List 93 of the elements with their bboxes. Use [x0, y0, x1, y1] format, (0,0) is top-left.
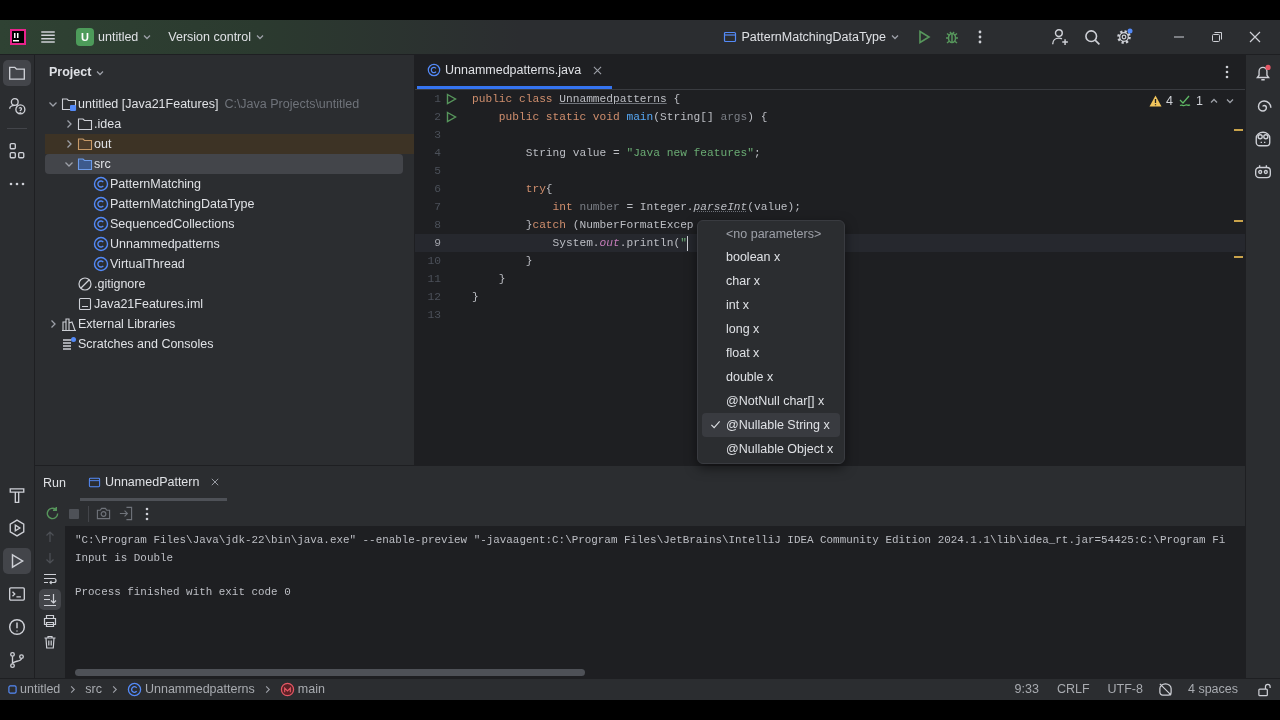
tree-item[interactable]: VirtualThread [45, 254, 403, 274]
class-icon [93, 236, 109, 252]
project-view-selector[interactable]: Project [43, 60, 112, 85]
method-icon [279, 682, 295, 697]
tree-item[interactable]: src [45, 154, 403, 174]
chevron-down-icon [890, 32, 900, 42]
class-icon [93, 196, 109, 212]
ignore-file-icon [77, 276, 93, 292]
folder-icon [77, 136, 93, 152]
check-icon [1179, 95, 1193, 108]
code-line: } [472, 290, 479, 305]
run-icon[interactable] [3, 548, 31, 574]
window-icon [723, 30, 738, 44]
code-line: System.out.println(" [551, 236, 687, 251]
warning-icon [1149, 95, 1163, 108]
signature-item[interactable]: double x [702, 365, 840, 389]
chevron-down-icon [142, 32, 153, 42]
tree-item[interactable]: Java21Features.iml [45, 294, 403, 314]
library-icon [61, 316, 77, 332]
version-control-menu[interactable]: Version control [162, 24, 271, 50]
line-number: 9 [433, 236, 441, 251]
folder-icon [77, 156, 93, 172]
code-line: }catch (NumberFormatExcep [524, 218, 694, 233]
close-icon[interactable] [593, 65, 603, 75]
weak-warning-count[interactable]: 1 [1179, 92, 1203, 111]
class-icon [427, 63, 441, 77]
tree-item[interactable]: PatternMatching [45, 174, 403, 194]
cursor-position[interactable]: 9:33 [1007, 680, 1046, 699]
window-icon [87, 475, 101, 489]
code-line: public class Unnammedpatterns { [472, 92, 681, 107]
tree-item[interactable]: .gitignore [45, 274, 403, 294]
code-line: String value = "Java new features"; [524, 146, 761, 161]
class-icon [93, 256, 109, 272]
tree-item[interactable]: External Libraries [45, 314, 403, 334]
module-folder-icon [61, 96, 77, 112]
tree-item[interactable]: Unnammedpatterns [45, 234, 403, 254]
breadcrumb-item[interactable]: main [279, 680, 325, 699]
tree-item[interactable]: Scratches and Consoles [45, 334, 403, 354]
chevron-icon [110, 685, 119, 694]
console-output-line: Process finished with exit code 0 [75, 585, 292, 600]
checkmark-icon [710, 419, 721, 430]
breadcrumb-item[interactable]: src [85, 680, 102, 699]
chevron-icon [68, 685, 78, 694]
signature-item[interactable]: @NotNull char[] x [702, 389, 840, 413]
signature-item[interactable]: int x [702, 293, 840, 317]
code-line: try{ [524, 182, 553, 197]
close-icon[interactable] [211, 478, 220, 486]
horizontal-scrollbar[interactable] [75, 669, 585, 676]
file-icon [77, 296, 93, 312]
tree-item[interactable]: SequencedCollections [45, 214, 403, 234]
line-separator[interactable]: CRLF [1049, 680, 1097, 699]
console-output-line: Input is Double [75, 551, 175, 566]
unlocked-icon[interactable] [1257, 682, 1272, 697]
tree-item[interactable]: .idea [45, 114, 403, 134]
panel-title: Run [43, 475, 66, 493]
tree-item[interactable]: untitled [Java21Features] C:\Java Projects\untitled [45, 94, 403, 114]
signature-item[interactable]: boolean x [702, 245, 840, 269]
breadcrumb-item[interactable]: untitled [8, 680, 61, 699]
chevron-down-icon [255, 32, 265, 42]
run-gutter-icon[interactable] [445, 111, 457, 123]
signature-item[interactable]: long x [702, 317, 840, 341]
class-icon [93, 216, 109, 232]
project-switcher[interactable]: U untitled [70, 24, 159, 50]
signature-item[interactable]: @Nullable String x [702, 413, 840, 437]
code-line: } [497, 272, 506, 287]
run-gutter-icon[interactable] [445, 93, 457, 105]
warning-count[interactable]: 4 [1149, 92, 1174, 111]
code-line: } [524, 254, 533, 269]
run-tab[interactable]: UnnamedPattern [79, 466, 228, 501]
assistant-off-icon[interactable] [1157, 682, 1173, 697]
class-icon [127, 682, 142, 697]
signature-item[interactable]: float x [702, 341, 840, 365]
project-folder-icon[interactable] [3, 60, 31, 86]
signature-item[interactable]: char x [702, 269, 840, 293]
indent-setting[interactable]: 4 spaces [1180, 680, 1245, 699]
tree-item[interactable]: out [45, 134, 414, 154]
code-line: public static void main(String[] args) { [497, 110, 768, 125]
class-icon [93, 176, 109, 192]
module-icon [8, 685, 17, 694]
scratches-icon [61, 336, 77, 352]
popup-hint: <no parameters> [725, 225, 823, 243]
console-output-line: "C:\Program Files\Java\jdk-22\bin\java.exe" --enable-preview "-javaagent:C:\Program Files\JetBrains\IntelliJ IDEA Community Edition 2024.1.1\lib\idea_rt.jar=54425:C:\Program Fi [75, 533, 1227, 548]
run-configuration-selector[interactable]: PatternMatchingDataType [717, 24, 906, 50]
text-cursor [686, 235, 688, 251]
folder-icon [77, 116, 93, 132]
code-line: int number = Integer.parseInt(value); [551, 200, 801, 215]
scroll-to-end-icon[interactable] [39, 589, 61, 610]
signature-item[interactable]: @Nullable Object x [702, 437, 840, 461]
tree-item[interactable]: PatternMatchingDataType [45, 194, 403, 214]
file-encoding[interactable]: UTF-8 [1100, 680, 1150, 699]
breadcrumb-item[interactable]: Unnammedpatterns [127, 680, 255, 699]
app-logo[interactable] [10, 29, 26, 45]
editor-tab[interactable]: Unnammedpatterns.java [417, 54, 613, 89]
